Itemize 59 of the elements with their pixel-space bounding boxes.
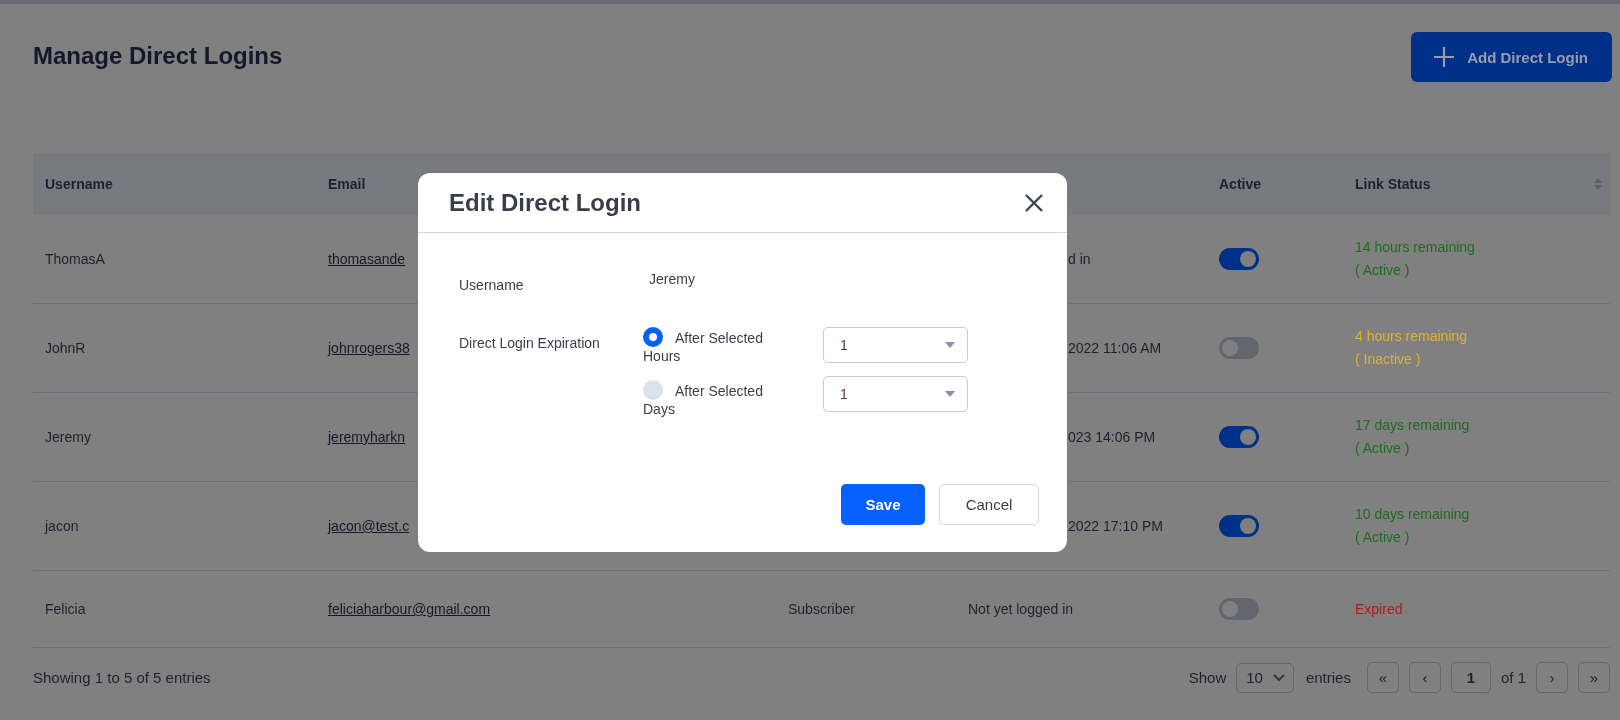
caret-down-icon [945,391,955,397]
chevron-down-icon [1272,673,1285,682]
column-header: Link Status [1355,176,1431,192]
username-label: Username [459,277,525,293]
show-label: Show [1188,669,1227,686]
last-login-cell: 023 14:06 PM [1068,429,1156,445]
close-icon[interactable] [1025,193,1043,212]
previous-page-button[interactable]: ‹ [1408,662,1441,693]
page-size-select[interactable]: 10 [1236,662,1294,693]
dialog-title: Edit Direct Login [449,188,641,217]
username-cell: JohnR [45,340,86,356]
username-cell: Felicia [45,601,86,617]
last-login-cell: Not yet logged in [968,601,1074,617]
active-toggle[interactable] [1219,337,1259,359]
amount-select[interactable]: 1 [823,376,968,412]
link-status: 14 hours remaining ( Active ) [1355,238,1475,280]
active-toggle[interactable] [1219,598,1259,620]
email-link[interactable]: johnrogers38 [328,340,410,356]
active-toggle[interactable] [1219,248,1259,270]
caret-down-icon [945,342,955,348]
last-login-cell: d in [1068,251,1091,267]
active-toggle[interactable] [1219,515,1259,537]
column-header: Active [1219,176,1262,192]
plus-icon [1433,46,1456,68]
username-cell: ThomasA [45,251,105,267]
last-login-cell: 2022 11:06 AM [1068,340,1162,356]
column-header: Username [45,176,113,192]
entries-label: entries [1305,669,1351,686]
username-cell: jacon [45,518,79,534]
expiration-label: Direct Login Expiration [459,335,601,353]
last-page-button[interactable]: » [1578,662,1610,693]
next-page-button[interactable]: › [1536,662,1568,693]
expiration-option[interactable]: After Selected Hours [643,327,783,376]
expiration-option[interactable]: After Selected Days [643,380,783,425]
page-count: of 1 [1500,669,1526,686]
cancel-button[interactable]: Cancel [939,484,1039,525]
email-link[interactable]: thomasande [328,251,406,267]
page-title: Manage Direct Logins [33,42,283,70]
username-cell: Jeremy [45,429,91,445]
link-status: 4 hours remaining ( Inactive ) [1355,327,1468,369]
entries-info: Showing 1 to 5 of 5 entries [33,669,211,686]
email-link[interactable]: feliciaharbour@gmail.com [328,601,491,617]
link-status: 17 days remaining ( Active ) [1355,416,1470,458]
add-direct-login-button[interactable]: Add Direct Login [1411,32,1612,82]
current-page-field[interactable]: 1 [1450,662,1491,693]
first-page-button[interactable]: « [1366,662,1399,693]
email-link[interactable]: jeremyharkn [328,429,406,445]
radio-button[interactable] [643,380,663,400]
column-header: Email [328,176,366,192]
radio-button[interactable] [643,327,663,347]
save-button[interactable]: Save [841,484,925,525]
amount-select[interactable]: 1 [823,327,968,363]
username-value: Jeremy [648,271,696,289]
role-cell: Subscriber [788,601,855,617]
email-link[interactable]: jacon@test.c [328,518,410,534]
active-toggle[interactable] [1219,426,1259,448]
link-status: Expired [1355,599,1403,619]
last-login-cell: 2022 17:10 PM [1068,518,1163,534]
link-status: 10 days remaining ( Active ) [1355,505,1470,547]
